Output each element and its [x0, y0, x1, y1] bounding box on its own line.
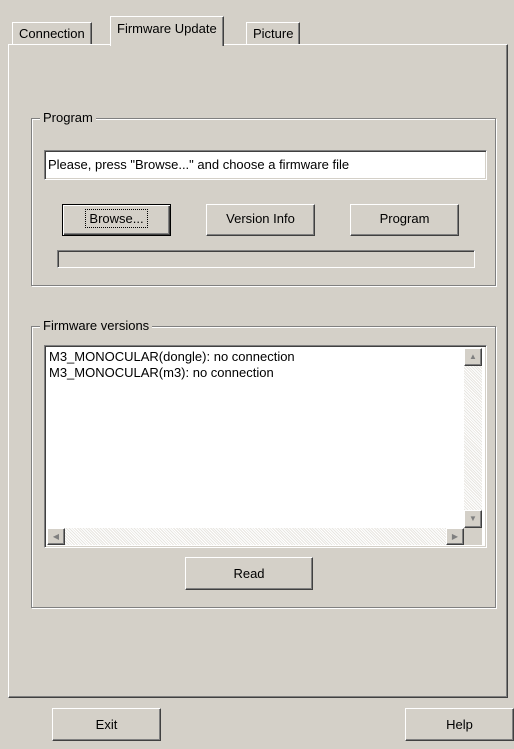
list-item: M3_MONOCULAR(m3): no connection [49, 365, 274, 380]
browse-button[interactable]: Browse... [62, 204, 171, 236]
tab-picture[interactable]: Picture [246, 22, 301, 44]
tab-connection[interactable]: Connection [12, 22, 92, 44]
help-button[interactable]: Help [405, 708, 514, 741]
arrow-right-icon[interactable]: ▶ [446, 528, 464, 545]
program-legend: Program [40, 110, 96, 126]
arrow-down-icon[interactable]: ▼ [464, 510, 482, 528]
arrow-left-icon[interactable]: ◀ [47, 528, 65, 545]
scrollbar-corner [464, 528, 482, 545]
browse-button-label: Browse... [85, 209, 148, 228]
arrow-up-icon[interactable]: ▲ [464, 348, 482, 366]
horizontal-scrollbar[interactable] [47, 528, 464, 545]
program-button[interactable]: Program [350, 204, 459, 236]
program-progress-bar [57, 250, 475, 268]
firmware-versions-legend: Firmware versions [40, 318, 153, 334]
tab-firmware-update[interactable]: Firmware Update [110, 16, 224, 46]
firmware-versions-list[interactable]: M3_MONOCULAR(dongle): no connection M3_M… [44, 345, 487, 548]
vertical-scrollbar[interactable] [464, 348, 482, 528]
exit-button[interactable]: Exit [52, 708, 161, 741]
list-item: M3_MONOCULAR(dongle): no connection [49, 349, 295, 364]
read-button[interactable]: Read [185, 557, 313, 590]
firmware-file-field[interactable]: Please, press "Browse..." and choose a f… [44, 150, 487, 180]
version-info-button[interactable]: Version Info [206, 204, 315, 236]
